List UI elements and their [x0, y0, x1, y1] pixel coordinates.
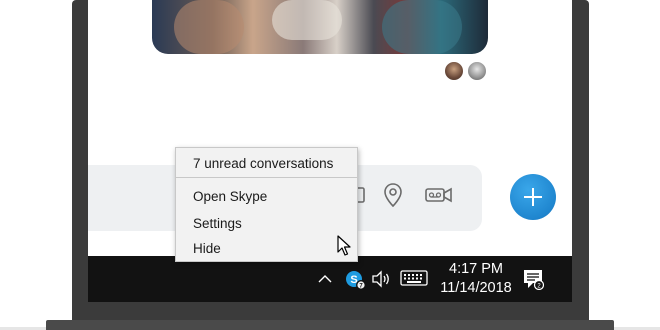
system-clock[interactable]: 4:17 PM 11/14/2018: [433, 260, 519, 298]
location-pin-icon[interactable]: [380, 182, 406, 208]
avatar: [444, 61, 464, 81]
unread-conversations-header[interactable]: 7 unread conversations: [176, 148, 357, 178]
read-receipt-avatars: [444, 61, 487, 81]
chevron-up-icon[interactable]: [317, 269, 333, 289]
skype-tray-context-menu: 7 unread conversations Open Skype Settin…: [175, 147, 358, 262]
mouse-pointer-icon: [337, 235, 353, 262]
clock-time: 4:17 PM: [449, 261, 503, 277]
plus-icon: [524, 188, 542, 206]
shared-photo[interactable]: [152, 0, 488, 54]
laptop-base: [46, 320, 614, 330]
action-center-icon[interactable]: 2: [521, 267, 545, 291]
volume-icon[interactable]: [371, 269, 393, 289]
skype-tray-icon[interactable]: S 7: [344, 269, 366, 291]
menu-item-open-skype[interactable]: Open Skype: [176, 183, 357, 210]
clock-date: 11/14/2018: [440, 280, 512, 296]
menu-item-settings[interactable]: Settings: [176, 210, 357, 237]
new-chat-button[interactable]: [510, 174, 556, 220]
windows-taskbar: S 7 4:17 PM 11/14/2018 2: [88, 256, 572, 302]
keyboard-icon[interactable]: [400, 268, 428, 288]
menu-item-hide[interactable]: Hide: [176, 235, 357, 262]
menu-separator: [176, 177, 357, 178]
video-message-icon[interactable]: [424, 182, 454, 208]
avatar: [467, 61, 487, 81]
